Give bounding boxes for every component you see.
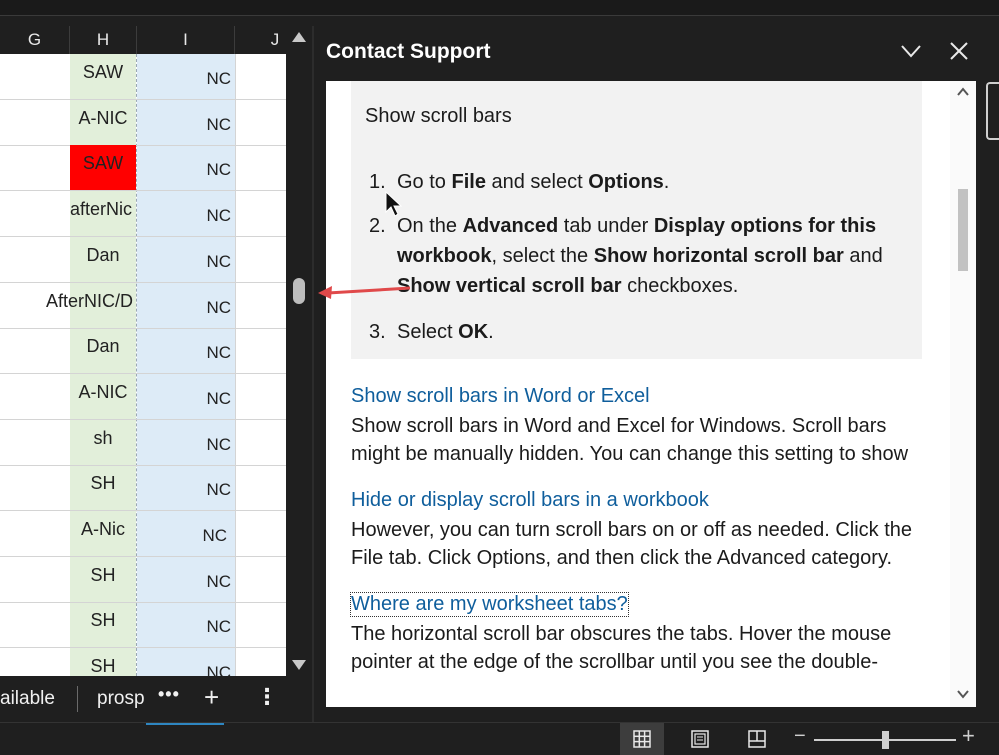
instructions-box: Show scroll bars 1. Go to File and selec… — [351, 81, 922, 359]
scroll-thumb[interactable] — [293, 278, 305, 304]
cell-h[interactable]: AfterNIC/D — [46, 283, 136, 328]
cell-i[interactable]: NC — [137, 54, 235, 99]
result-description: However, you can turn scroll bars on or … — [351, 519, 913, 569]
tab-separator — [77, 686, 78, 712]
sheet-tab-available[interactable]: ailable — [0, 688, 55, 710]
cell-i[interactable]: NC — [137, 283, 235, 328]
result-link-worksheet-tabs[interactable]: Where are my worksheet tabs? — [350, 592, 629, 617]
cell-h[interactable]: sh — [70, 420, 136, 465]
scroll-up-arrow-icon[interactable] — [292, 32, 306, 42]
cell-i[interactable]: NC — [137, 557, 235, 602]
instructions-title: Show scroll bars — [365, 105, 512, 127]
add-sheet-button[interactable]: + — [204, 682, 219, 713]
cell-i[interactable]: NC — [137, 100, 235, 145]
chevron-down-icon[interactable] — [898, 38, 924, 64]
column-header-h[interactable]: H — [70, 26, 137, 54]
column-header-row: G H I J — [0, 26, 286, 54]
step-3: 3. Select OK. — [369, 321, 494, 343]
cell-h[interactable]: SH — [70, 465, 136, 510]
close-icon[interactable] — [946, 38, 972, 64]
cell-i[interactable]: NC — [137, 145, 235, 190]
title-bar — [0, 0, 999, 16]
cell-h[interactable]: SAW — [70, 54, 136, 99]
cell-i[interactable]: NC — [137, 511, 235, 556]
step-1: 1. Go to File and select Options. — [369, 171, 670, 193]
cell-i[interactable]: NC — [137, 237, 235, 282]
cell-h[interactable]: Dan — [70, 237, 136, 282]
scroll-thumb[interactable] — [958, 189, 968, 271]
annotation-arrow-icon — [318, 286, 411, 299]
cell-i[interactable]: NC — [137, 328, 235, 373]
cell-h[interactable]: A-Nic — [70, 511, 136, 556]
pane-title: Contact Support — [326, 40, 491, 63]
sheet-tab-bar: ailable prosp ••• + ⋮ — [0, 676, 312, 722]
column-header-i[interactable]: I — [137, 26, 235, 54]
cell-h[interactable]: SH — [70, 557, 136, 602]
cell-i[interactable]: NC — [137, 648, 235, 676]
chevron-down-icon[interactable] — [956, 687, 970, 701]
cell-h[interactable]: SH — [70, 648, 136, 676]
zoom-slider-thumb[interactable] — [882, 731, 889, 749]
sheet-tab-prospects[interactable]: prosp — [97, 688, 145, 710]
article-content[interactable]: Show scroll bars 1. Go to File and selec… — [326, 81, 976, 707]
zoom-out-button[interactable]: − — [794, 725, 806, 748]
cell-i[interactable]: NC — [137, 420, 235, 465]
result-link-hide-display-scroll-bars[interactable]: Hide or display scroll bars in a workboo… — [351, 489, 709, 512]
cell-h[interactable]: afterNic — [70, 191, 136, 236]
active-tab-indicator — [146, 723, 224, 725]
sheet-vertical-scrollbar[interactable] — [286, 26, 312, 676]
cell-h[interactable]: SH — [70, 602, 136, 647]
cell-area[interactable]: SAW NC A-NIC NC SAW NC afterNic NC Dan NC AfterNIC… — [0, 54, 286, 676]
grid-icon — [633, 730, 651, 748]
cell-i[interactable]: NC — [137, 465, 235, 510]
mouse-cursor-icon — [385, 190, 403, 217]
page-break-preview-icon[interactable] — [747, 729, 767, 749]
zoom-in-button[interactable]: + — [962, 723, 975, 749]
article-vertical-scrollbar[interactable] — [950, 81, 976, 707]
cell-i[interactable]: NC — [137, 602, 235, 647]
result-description: Show scroll bars in Word and Excel for W… — [351, 415, 909, 465]
result-link-show-scroll-bars[interactable]: Show scroll bars in Word or Excel — [351, 385, 650, 408]
cell-i[interactable]: NC — [137, 191, 235, 236]
normal-view-button[interactable] — [620, 723, 664, 755]
cell-h[interactable]: SAW — [70, 145, 136, 190]
page-layout-icon[interactable] — [690, 729, 710, 749]
column-header-g[interactable]: G — [0, 26, 70, 54]
window-scroll-indicator[interactable] — [986, 82, 999, 140]
cell-h[interactable]: A-NIC — [70, 100, 136, 145]
step-2: 2. On the Advanced tab under Display opt… — [369, 215, 883, 297]
cell-h[interactable]: Dan — [70, 328, 136, 373]
result-description: The horizontal scroll bar obscures the t… — [351, 623, 892, 673]
cell-h[interactable]: A-NIC — [70, 374, 136, 419]
scroll-down-arrow-icon[interactable] — [292, 660, 306, 670]
more-tabs-icon[interactable]: ••• — [158, 684, 180, 705]
status-bar: − + — [0, 722, 999, 755]
cell-i[interactable]: NC — [137, 374, 235, 419]
chevron-up-icon[interactable] — [956, 85, 970, 99]
sheet-menu-icon[interactable]: ⋮ — [256, 684, 278, 710]
contact-support-pane: Contact Support Show scroll bars 1. Go t… — [314, 26, 999, 722]
